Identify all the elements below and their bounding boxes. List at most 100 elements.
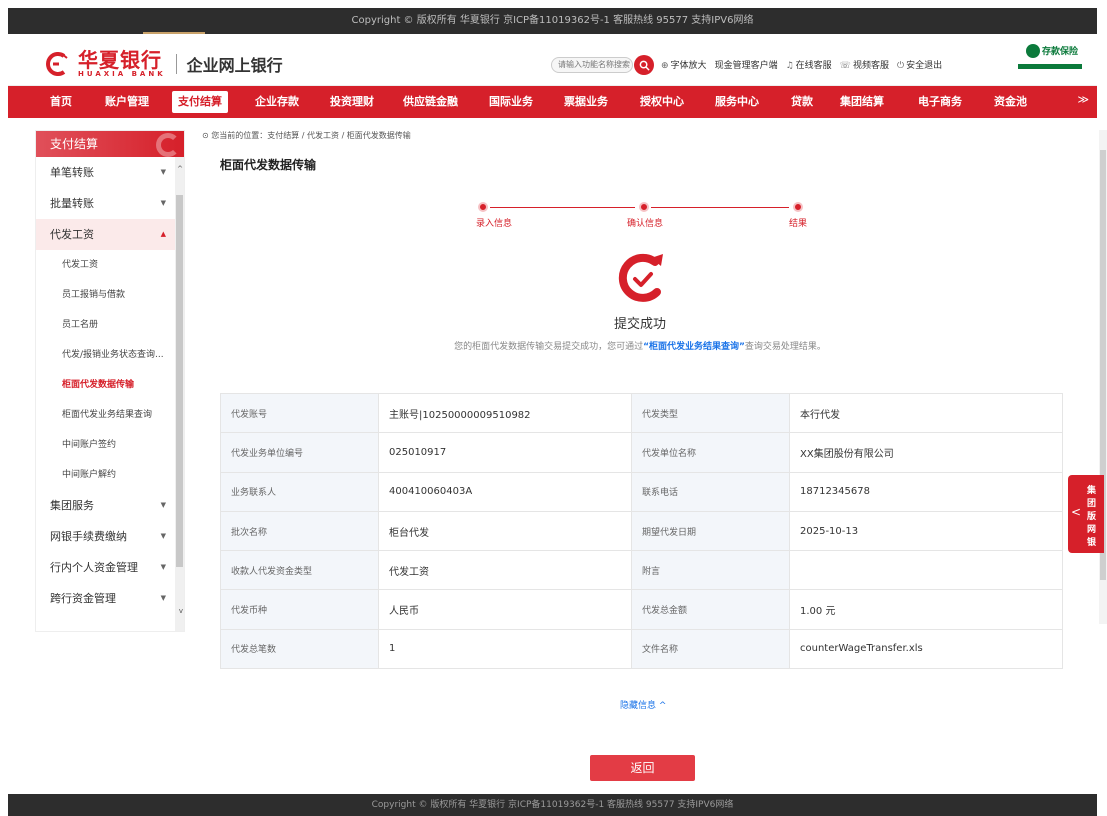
field-label: 批次名称 — [220, 510, 379, 552]
chevron-left-icon: < — [1071, 505, 1082, 519]
field-value: XX集团股份有限公司 — [789, 432, 1063, 473]
field-label: 代发总金额 — [631, 589, 790, 630]
logo-divider — [175, 54, 177, 74]
bank-logo[interactable]: 华夏银行 HUAXIA BANK 企业网上银行 — [46, 50, 283, 78]
deposit-insurance-bar — [1018, 64, 1082, 69]
field-label: 代发单位名称 — [631, 432, 790, 473]
field-label: 代发总笔数 — [220, 628, 379, 670]
online-service-link[interactable]: ♫ 在线客服 — [786, 58, 832, 71]
bank-name-en: HUAXIA BANK — [78, 70, 166, 78]
deposit-insurance-badge[interactable]: 存款保险 — [1018, 44, 1082, 76]
nav-item-deposit[interactable]: 企业存款 — [255, 91, 299, 113]
bank-subtitle: 企业网上银行 — [186, 56, 283, 75]
nav-item-payment[interactable]: 支付结算 — [172, 91, 228, 113]
nav-item-authorization[interactable]: 授权中心 — [640, 91, 684, 113]
result-query-link[interactable]: “柜面代发业务结果查询” — [643, 342, 745, 352]
sidebar-item-group-service[interactable]: 集团服务 ▼ — [36, 490, 176, 521]
chevron-down-icon: ▼ — [160, 501, 166, 509]
back-button[interactable]: 返回 — [590, 755, 695, 781]
sidebar-item-label: 网银手续费缴纳 — [50, 530, 127, 543]
step-label-2: 确认信息 — [627, 219, 664, 229]
online-service-link-label: 在线客服 — [795, 61, 832, 71]
nav-item-ecommerce[interactable]: 电子商务 — [918, 91, 962, 113]
chevron-down-icon: ▼ — [160, 199, 166, 207]
sidebar-item-label: 跨行资金管理 — [50, 592, 116, 605]
chevron-down-icon: ▼ — [160, 168, 166, 176]
sidebar-subitem-intermediate-cancel[interactable]: 中间账户解约 — [36, 460, 176, 490]
sidebar-item-single-transfer[interactable]: 单笔转账 ▼ — [36, 157, 176, 188]
sidebar-item-personal-funds[interactable]: 行内个人资金管理 ▼ — [36, 552, 176, 583]
sidebar-subitem-counter-result-query[interactable]: 柜面代发业务结果查询 — [36, 400, 176, 430]
field-value: 主账号|10250000009510982 — [378, 392, 632, 434]
double-chevron-down-icon[interactable]: ≫ — [1077, 93, 1089, 106]
nav-item-group-settlement[interactable]: 集团结算 — [840, 91, 884, 113]
field-label: 期望代发日期 — [631, 510, 790, 552]
nav-item-supply-chain[interactable]: 供应链金融 — [403, 91, 458, 113]
hide-info-toggle[interactable]: 隐藏信息 ^ — [620, 698, 666, 711]
sidebar-logo-icon — [156, 133, 180, 157]
field-value: 025010917 — [378, 432, 632, 473]
sidebar-item-label: 批量转账 — [50, 197, 94, 210]
transfer-info-table: 代发账号 主账号|10250000009510982 代发类型 本行代发 代发业… — [220, 392, 1063, 670]
sidebar-item-payroll[interactable]: 代发工资 ▲ — [36, 219, 176, 250]
table-row: 批次名称 柜台代发 期望代发日期 2025-10-13 — [220, 510, 1063, 552]
table-row: 收款人代发资金类型 代发工资 附言 — [220, 550, 1063, 591]
sidebar-subitem-intermediate-sign[interactable]: 中间账户签约 — [36, 430, 176, 460]
cash-management-link[interactable]: 现金管理客户端 — [715, 58, 778, 71]
font-size-link[interactable]: ⊕ 字体放大 — [661, 58, 707, 71]
video-service-link-label: 视频客服 — [852, 61, 889, 71]
field-value: 柜台代发 — [378, 510, 632, 552]
sidebar-item-fee-payment[interactable]: 网银手续费缴纳 ▼ — [36, 521, 176, 552]
scroll-down-icon[interactable]: v — [179, 607, 183, 615]
scroll-up-icon[interactable]: ^ — [177, 165, 183, 173]
nav-item-account[interactable]: 账户管理 — [105, 91, 149, 113]
sidebar-subitem-roster[interactable]: 员工名册 — [36, 310, 176, 340]
nav-item-loan[interactable]: 贷款 — [791, 91, 813, 113]
field-value: 2025-10-13 — [789, 510, 1063, 552]
footer: Copyright © 版权所有 华夏银行 京ICP备11019362号-1 客… — [8, 794, 1097, 816]
group-edition-label: 集团版网银 — [1087, 486, 1097, 548]
field-value: 1 — [378, 628, 632, 670]
sidebar-item-label: 行内个人资金管理 — [50, 561, 138, 574]
nav-item-international[interactable]: 国际业务 — [489, 91, 533, 113]
table-row: 代发业务单位编号 025010917 代发单位名称 XX集团股份有限公司 — [220, 432, 1063, 473]
nav-item-home[interactable]: 首页 — [50, 91, 72, 113]
sidebar-scrollbar-thumb[interactable] — [176, 195, 183, 567]
step-dot-3 — [793, 202, 803, 212]
field-label: 联系电话 — [631, 471, 790, 512]
field-value: 400410060403A — [378, 471, 632, 512]
nav-item-cash-pool[interactable]: 资金池 — [994, 91, 1027, 113]
header-links: ⊕ 字体放大 现金管理客户端 ♫ 在线客服 ☏ 视频客服 ⏻ 安全退出 — [661, 58, 942, 71]
top-copyright-bar: Copyright © 版权所有 华夏银行 京ICP备11019362号-1 客… — [8, 8, 1097, 34]
step-dot-2 — [639, 202, 649, 212]
logout-link[interactable]: ⏻ 安全退出 — [897, 58, 942, 71]
nav-item-investment[interactable]: 投资理财 — [330, 91, 374, 113]
sidebar-item-batch-transfer[interactable]: 批量转账 ▼ — [36, 188, 176, 219]
sidebar-subitem-counter-transfer[interactable]: 柜面代发数据传输 — [36, 370, 176, 400]
sidebar-scrollbar[interactable] — [175, 157, 184, 631]
field-value: 人民币 — [378, 589, 632, 630]
search-button[interactable] — [634, 55, 654, 75]
power-icon: ⏻ — [896, 61, 905, 71]
nav-item-service[interactable]: 服务中心 — [715, 91, 759, 113]
sidebar-subitem-status-query[interactable]: 代发/报销业务状态查询... — [36, 340, 176, 370]
huaxia-logo-icon — [46, 52, 68, 76]
table-row: 代发账号 主账号|10250000009510982 代发类型 本行代发 — [220, 392, 1063, 434]
step-label-1: 录入信息 — [476, 219, 513, 229]
deposit-insurance-label: 存款保险 — [1042, 47, 1079, 57]
field-label: 文件名称 — [631, 628, 790, 670]
sidebar-subitem-reimbursement[interactable]: 员工报销与借款 — [36, 280, 176, 310]
chevron-up-icon: ^ — [658, 701, 667, 711]
sidebar-item-interbank-funds[interactable]: 跨行资金管理 ▼ — [36, 583, 176, 614]
video-service-link[interactable]: ☏ 视频客服 — [840, 58, 889, 71]
hide-info-label: 隐藏信息 — [620, 701, 657, 711]
field-value: 本行代发 — [789, 392, 1063, 434]
function-search-input[interactable]: 请输入功能名称搜索 — [551, 57, 633, 73]
main-nav: 首页 账户管理 支付结算 企业存款 投资理财 供应链金融 国际业务 票据业务 授… — [8, 86, 1097, 118]
breadcrumb: ⊙ 您当前的位置：支付结算 / 代发工资 / 柜面代发数据传输 — [202, 130, 411, 141]
nav-item-bills[interactable]: 票据业务 — [564, 91, 608, 113]
sidebar-subitem-payroll[interactable]: 代发工资 — [36, 250, 176, 280]
step-line-1 — [490, 207, 635, 208]
success-title: 提交成功 — [613, 317, 666, 332]
group-edition-tab[interactable]: < 集团版网银 — [1068, 475, 1104, 553]
